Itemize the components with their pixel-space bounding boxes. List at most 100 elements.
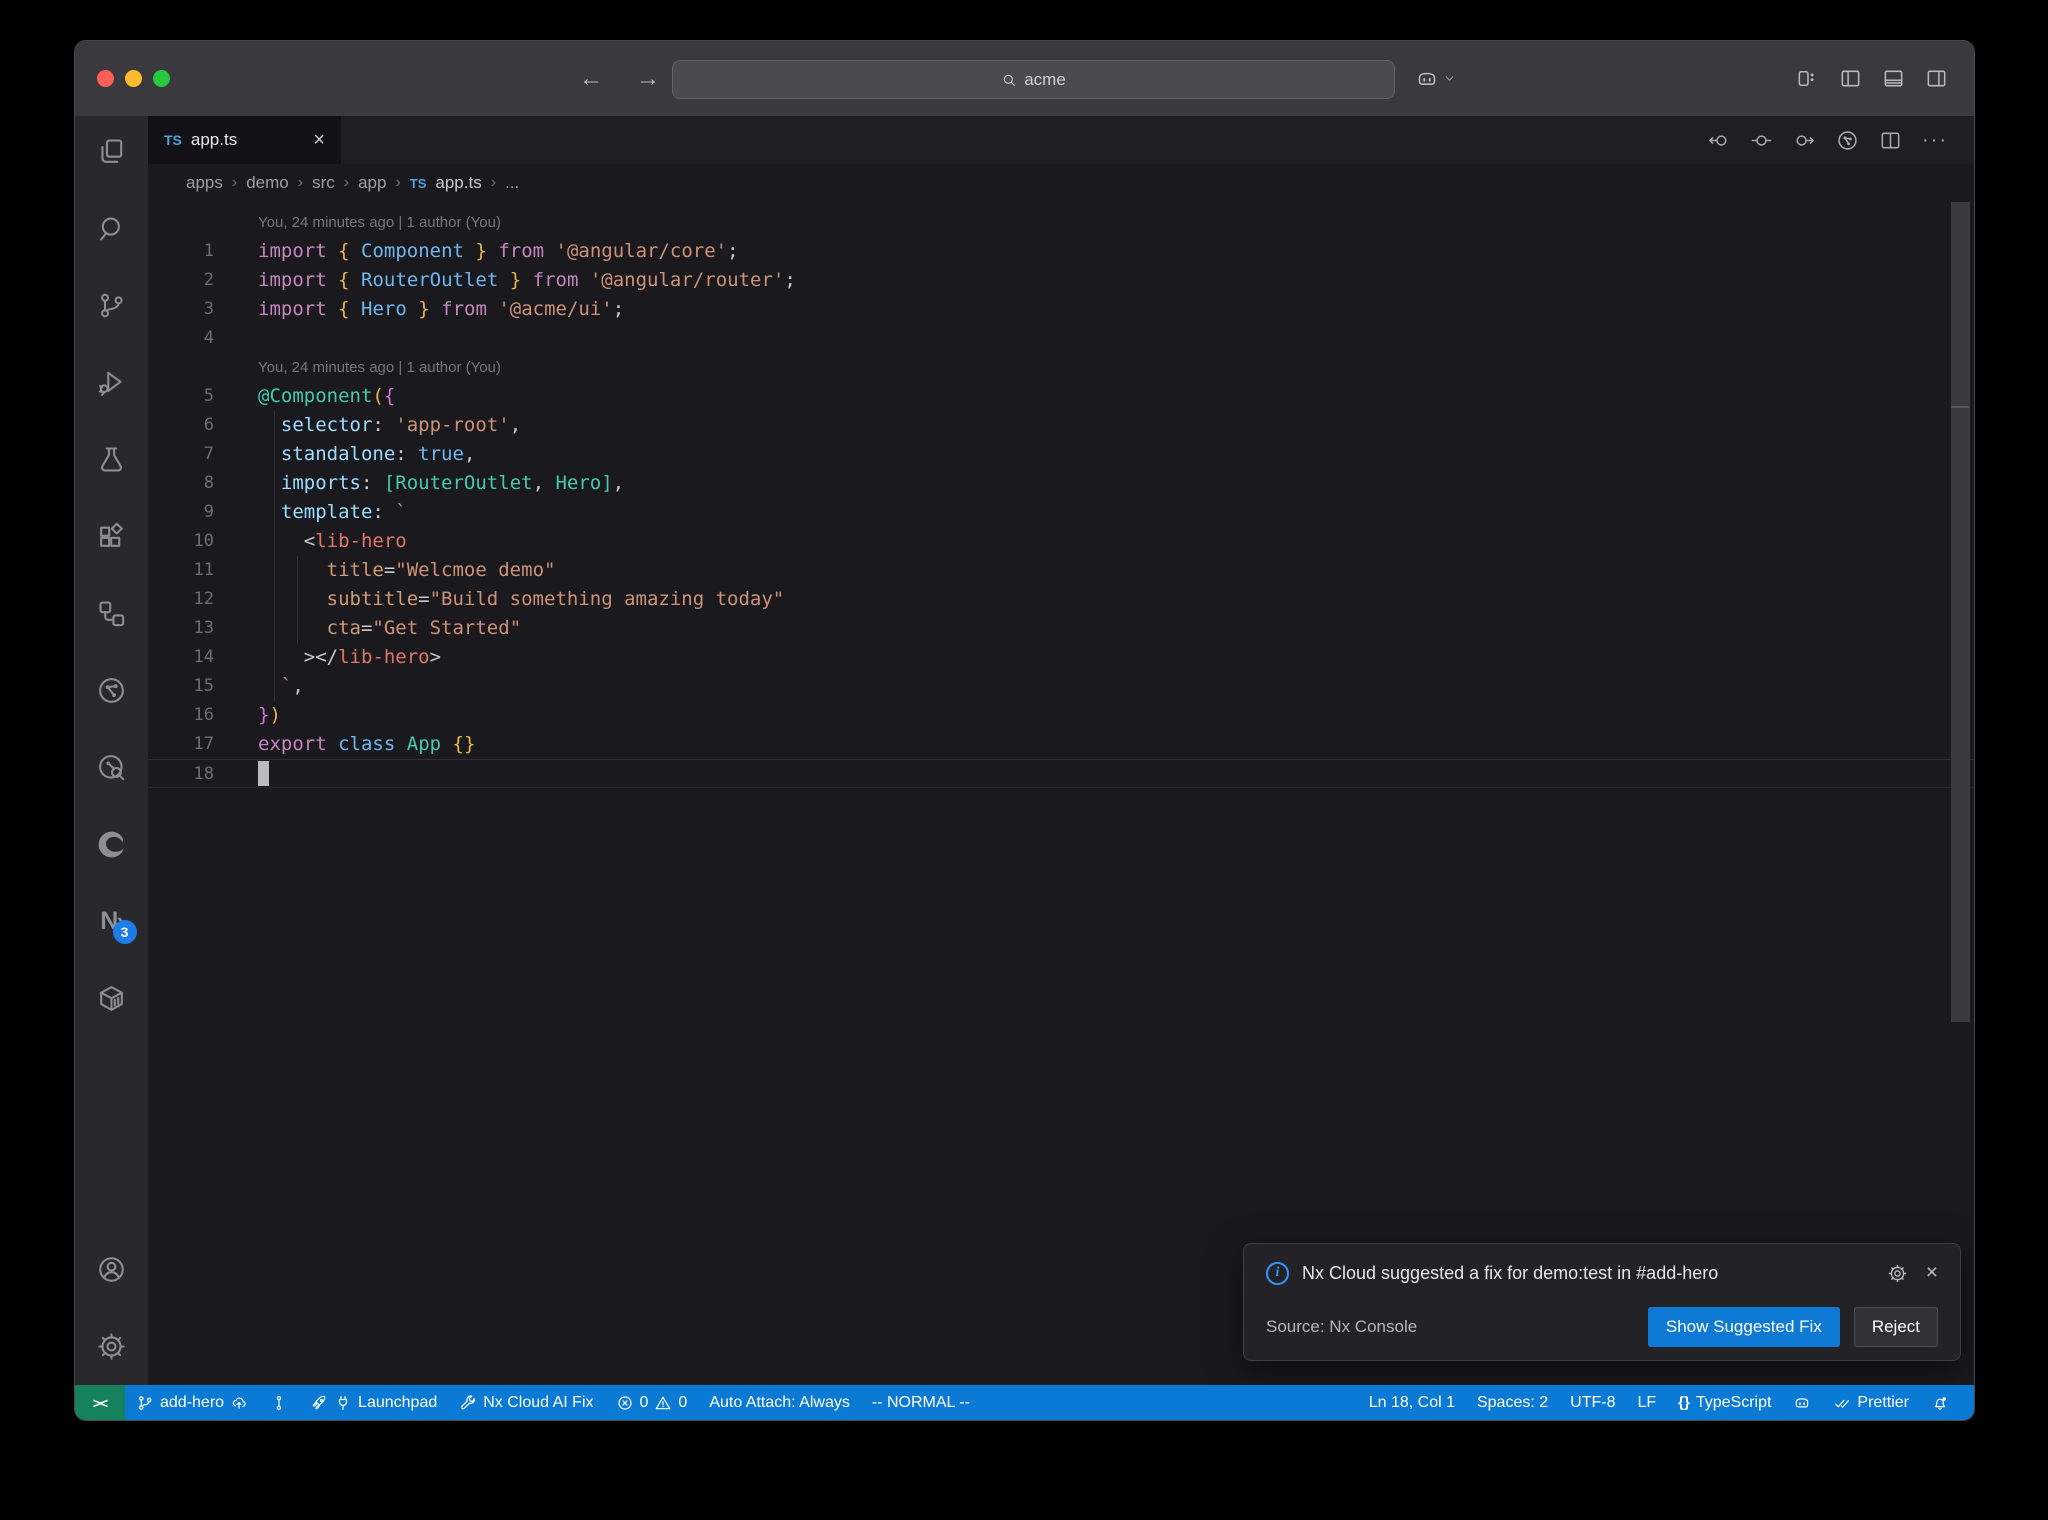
chevron-right-icon: › — [297, 174, 304, 191]
code-editor[interactable]: You, 24 minutes ago | 1 author (You) 1 imp… — [148, 202, 1974, 1385]
problems-button[interactable]: 0 0 — [605, 1385, 699, 1420]
show-suggested-fix-button[interactable]: Show Suggested Fix — [1647, 1307, 1840, 1347]
commit-graph-button[interactable] — [259, 1385, 299, 1420]
notification-close-icon[interactable]: × — [1926, 1261, 1938, 1285]
activity-search[interactable] — [83, 199, 141, 257]
nx-fix-label: Nx Cloud AI Fix — [483, 1393, 594, 1411]
indentation-status[interactable]: Spaces: 2 — [1466, 1385, 1559, 1420]
blame-row: You, 24 minutes ago | 1 author (You) — [148, 353, 1974, 382]
formatter-status[interactable]: Prettier — [1822, 1385, 1920, 1420]
reject-button[interactable]: Reject — [1853, 1307, 1938, 1347]
code-row: 5 @Component({ — [148, 382, 1974, 411]
nx-run-icon[interactable] — [1836, 129, 1859, 152]
code-row: 14 ></lib-hero> — [148, 643, 1974, 672]
activity-account[interactable] — [83, 1240, 141, 1298]
zoom-window-button[interactable] — [153, 70, 170, 87]
title-bar: ← → acme — [75, 41, 1974, 116]
breadcrumb: apps › demo › src › app › TS app.ts › ... — [148, 164, 1974, 202]
editor-scrollbar[interactable] — [1951, 202, 1970, 1022]
wrench-icon — [461, 1394, 476, 1409]
activity-run-debug[interactable] — [83, 353, 141, 411]
activity-containers[interactable] — [83, 969, 141, 1027]
command-center-search[interactable]: acme — [672, 60, 1395, 99]
code-row: 8 imports: [RouterOutlet, Hero], — [148, 469, 1974, 498]
vim-mode-status[interactable]: -- NORMAL -- — [861, 1385, 981, 1420]
rocket-icon — [312, 1395, 326, 1409]
cursor-position-status[interactable]: Ln 18, Col 1 — [1358, 1385, 1466, 1420]
line-number: 6 — [203, 415, 214, 435]
copilot-menu[interactable] — [1415, 41, 1456, 116]
nx-console-badge: 3 — [112, 920, 137, 944]
blame-row: You, 24 minutes ago | 1 author (You) — [148, 208, 1974, 237]
editor-group: TS app.ts × ··· apps › demo › src › app › TS… — [148, 116, 1974, 1385]
encoding-status[interactable]: UTF-8 — [1559, 1385, 1626, 1420]
breadcrumb-apps[interactable]: apps — [186, 173, 223, 193]
code-row: 12 subtitle="Build something amazing tod… — [148, 585, 1974, 614]
notification-toast: i Nx Cloud suggested a fix for demo:test… — [1243, 1243, 1961, 1361]
history-forward-button[interactable]: → — [632, 65, 664, 93]
activity-nx-project-graph[interactable] — [83, 661, 141, 719]
search-icon — [100, 217, 120, 241]
toggle-right-panel-icon[interactable] — [1925, 67, 1948, 90]
nx-cloud-fix-button[interactable]: Nx Cloud AI Fix — [448, 1385, 604, 1420]
status-bar: >< add-hero Launchpad Nx Cloud AI Fix 0 … — [75, 1385, 1974, 1420]
nav-back-icon[interactable] — [1707, 129, 1730, 152]
nav-forward-icon[interactable] — [1793, 129, 1816, 152]
nav-position-icon[interactable] — [1750, 129, 1773, 152]
history-back-button[interactable]: ← — [575, 65, 607, 93]
activity-source-control[interactable] — [83, 276, 141, 334]
toggle-bottom-panel-icon[interactable] — [1882, 67, 1905, 90]
copilot-icon — [1796, 1397, 1809, 1407]
code-row: 4 — [148, 324, 1974, 353]
activity-graph-search[interactable] — [83, 738, 141, 796]
line-number: 4 — [203, 328, 214, 348]
settings-gear-icon — [98, 1332, 125, 1360]
line-number: 13 — [193, 618, 214, 638]
line-number: 10 — [193, 531, 214, 551]
code-row: 17 export class App {} — [148, 730, 1974, 759]
minimize-window-button[interactable] — [125, 70, 142, 87]
tab-bar: TS app.ts × ··· — [148, 116, 1974, 164]
activity-nx-console[interactable]: N› 3 — [83, 892, 141, 950]
notifications-bell[interactable] — [1920, 1385, 1960, 1420]
copilot-status[interactable] — [1782, 1385, 1822, 1420]
code-row: 15 `, — [148, 672, 1974, 701]
line-number: 2 — [203, 270, 214, 290]
eol-status[interactable]: LF — [1626, 1385, 1667, 1420]
close-window-button[interactable] — [97, 70, 114, 87]
notification-settings-gear-icon[interactable] — [1887, 1263, 1908, 1284]
gitlens-blame: You, 24 minutes ago | 1 author (You) — [258, 214, 501, 231]
double-check-icon — [1835, 1399, 1850, 1408]
customize-layout-icon[interactable] — [1796, 67, 1819, 90]
breadcrumb-demo[interactable]: demo — [246, 173, 289, 193]
line-number: 9 — [203, 502, 214, 522]
split-editor-icon[interactable] — [1879, 129, 1902, 152]
graph-circle-icon — [99, 677, 124, 703]
activity-explorer[interactable] — [83, 122, 141, 180]
breadcrumb-src[interactable]: src — [312, 173, 335, 193]
warning-count: 0 — [678, 1393, 688, 1411]
more-actions-icon[interactable]: ··· — [1922, 129, 1948, 152]
tab-close-icon[interactable]: × — [313, 129, 325, 152]
activity-edge-tools[interactable] — [83, 815, 141, 873]
code-row: 6 selector: 'app-root', — [148, 411, 1974, 440]
language-mode-status[interactable]: {} TypeScript — [1667, 1385, 1782, 1420]
line-number: 8 — [203, 473, 214, 493]
breadcrumb-app[interactable]: app — [358, 173, 386, 193]
branch-status[interactable]: add-hero — [125, 1385, 259, 1420]
activity-extensions[interactable] — [83, 507, 141, 565]
breadcrumb-file[interactable]: app.ts — [435, 173, 481, 193]
toggle-left-panel-icon[interactable] — [1839, 67, 1862, 90]
container-box-icon — [100, 985, 123, 1011]
remote-indicator[interactable]: >< — [75, 1385, 125, 1420]
activity-settings[interactable] — [83, 1317, 141, 1375]
launchpad-button[interactable]: Launchpad — [299, 1385, 448, 1420]
line-number: 1 — [203, 241, 214, 261]
graph-search-icon — [99, 754, 125, 780]
activity-project-hierarchy[interactable] — [83, 584, 141, 642]
activity-testing[interactable] — [83, 430, 141, 488]
line-number: 11 — [193, 560, 214, 580]
auto-attach-status[interactable]: Auto Attach: Always — [698, 1385, 861, 1420]
tab-app-ts[interactable]: TS app.ts × — [148, 116, 341, 164]
breadcrumb-symbol[interactable]: ... — [505, 173, 519, 193]
